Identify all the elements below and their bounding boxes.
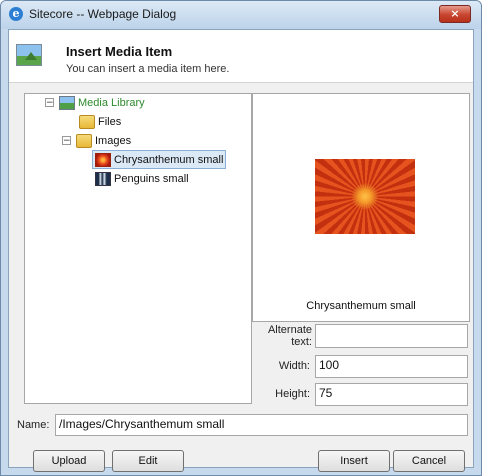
- picture-icon: [16, 44, 42, 66]
- height-label: Height:: [275, 388, 310, 400]
- tree-item-label: Media Library: [78, 96, 145, 109]
- preview-image: [315, 159, 415, 234]
- dialog-subtitle: You can insert a media item here.: [66, 63, 230, 75]
- media-tree[interactable]: − Media Library Files − Images Chrysanth…: [24, 93, 252, 404]
- tree-item-label: Penguins small: [114, 172, 189, 185]
- alternate-text-input[interactable]: [315, 324, 468, 348]
- webpage-dialog-window: e Sitecore -- Webpage Dialog × Insert Me…: [0, 0, 482, 476]
- name-input[interactable]: /Images/Chrysanthemum small: [55, 414, 468, 436]
- collapse-icon[interactable]: −: [62, 136, 71, 146]
- edit-button[interactable]: Edit: [112, 450, 184, 472]
- image-preview-panel: Chrysanthemum small: [252, 93, 470, 322]
- upload-button[interactable]: Upload: [33, 450, 105, 472]
- name-label: Name:: [17, 419, 50, 431]
- preview-caption: Chrysanthemum small: [306, 300, 416, 312]
- tree-item-label: Chrysanthemum small: [114, 153, 224, 166]
- dialog-header: Insert Media Item You can insert a media…: [9, 30, 473, 83]
- dialog-body: Insert Media Item You can insert a media…: [8, 29, 474, 472]
- height-input[interactable]: 75: [315, 383, 468, 406]
- tree-item-label: Files: [98, 115, 122, 128]
- tree-item-chrysanthemum[interactable]: Chrysanthemum small: [92, 150, 227, 169]
- title-bar[interactable]: e Sitecore -- Webpage Dialog ×: [1, 1, 481, 29]
- tree-item-files[interactable]: Files: [79, 113, 121, 130]
- collapse-icon[interactable]: −: [45, 98, 54, 108]
- alternate-text-label: Alternate text:: [267, 324, 312, 348]
- cancel-button[interactable]: Cancel: [393, 450, 465, 472]
- image-thumbnail-icon: [95, 171, 111, 186]
- insert-button[interactable]: Insert: [318, 450, 390, 472]
- width-label: Width:: [278, 360, 310, 372]
- tree-item-label: Images: [95, 134, 132, 147]
- media-library-icon: [59, 95, 75, 110]
- folder-icon: [79, 114, 95, 129]
- internet-explorer-icon: e: [9, 7, 23, 21]
- tree-item-images[interactable]: − Images: [62, 132, 131, 149]
- close-button[interactable]: ×: [439, 5, 471, 23]
- window-title: Sitecore -- Webpage Dialog: [29, 7, 177, 21]
- dialog-title: Insert Media Item: [66, 44, 173, 59]
- image-thumbnail-icon: [95, 152, 111, 167]
- tree-item-penguins[interactable]: Penguins small: [95, 170, 189, 187]
- folder-icon: [76, 133, 92, 148]
- tree-item-media-library[interactable]: − Media Library: [45, 94, 145, 111]
- width-input[interactable]: 100: [315, 355, 468, 378]
